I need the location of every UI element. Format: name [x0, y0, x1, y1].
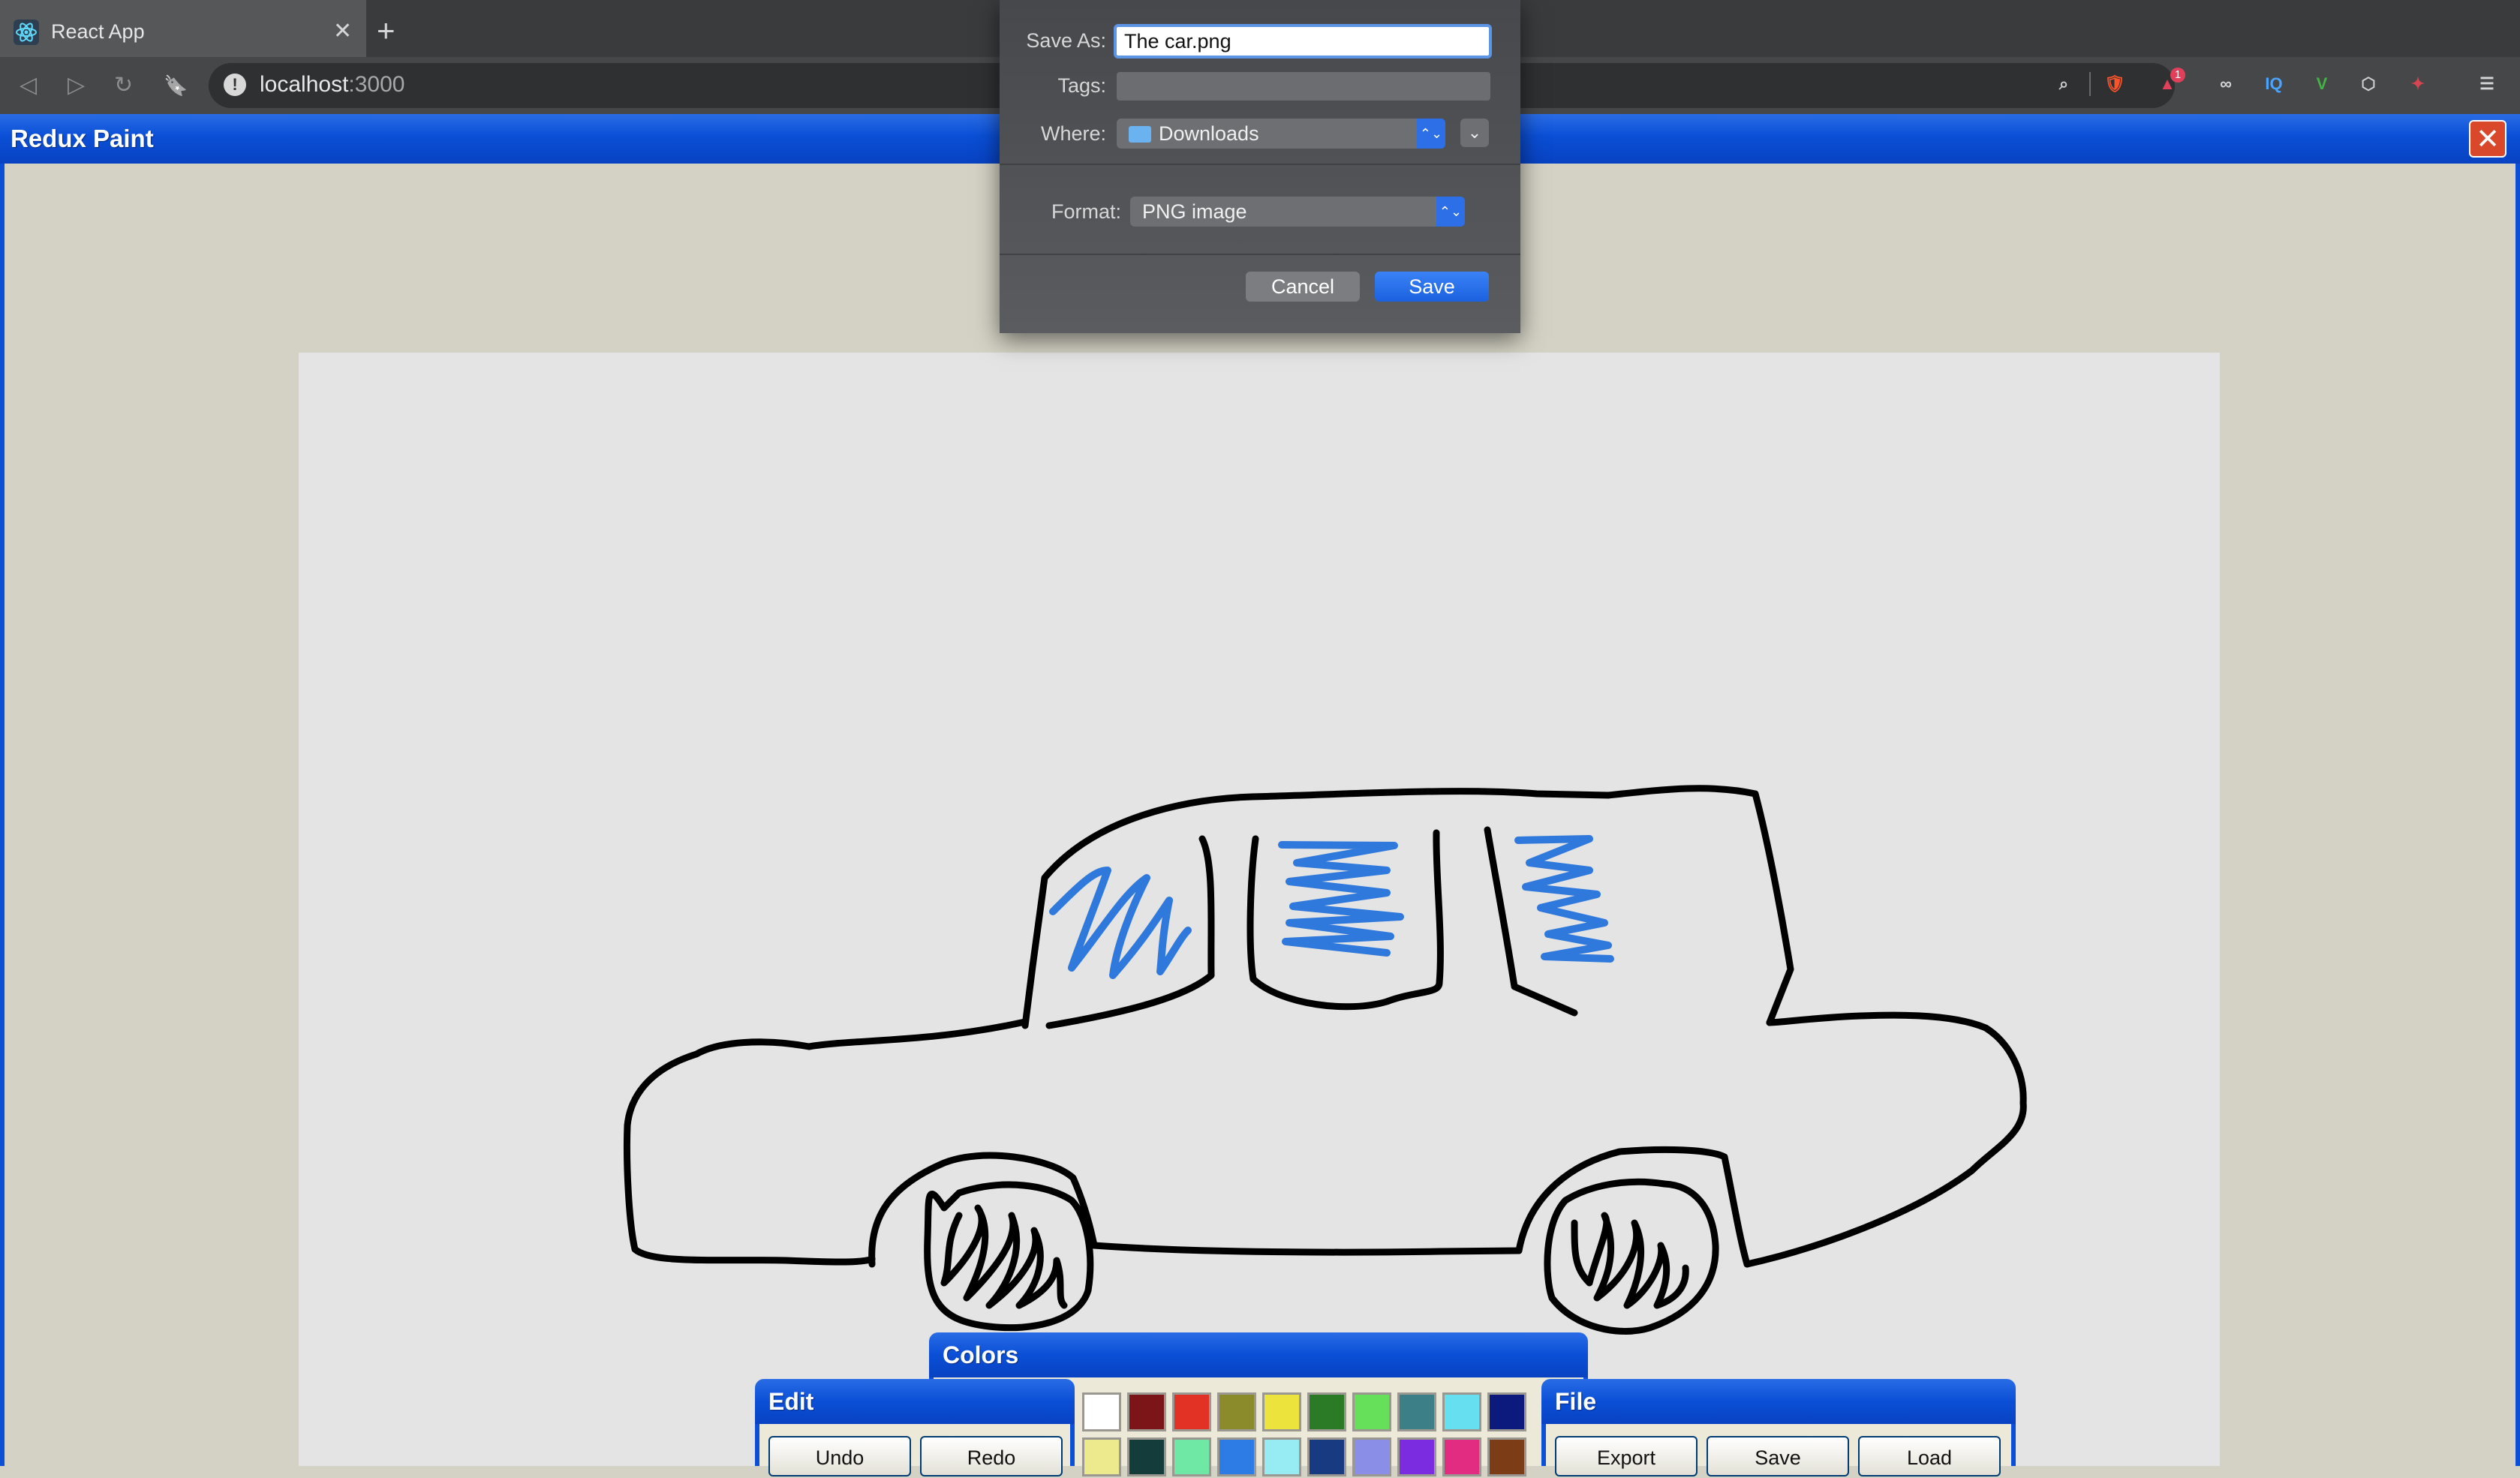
- color-swatch[interactable]: [1352, 1437, 1391, 1476]
- url-host: localhost: [260, 72, 349, 97]
- forward-button[interactable]: ▷: [68, 69, 85, 102]
- extension-glasses-icon[interactable]: ∞: [2212, 71, 2239, 98]
- bookmark-button[interactable]: 🔖: [164, 69, 188, 102]
- url-port: :3000: [348, 72, 405, 97]
- file-save-button[interactable]: Save: [1707, 1436, 1849, 1476]
- format-select[interactable]: PNG image ⌃⌄: [1130, 197, 1465, 227]
- color-swatch[interactable]: [1307, 1392, 1346, 1431]
- new-tab-button[interactable]: +: [377, 14, 395, 48]
- url-text[interactable]: localhost:3000: [260, 68, 404, 102]
- close-tab-icon[interactable]: ✕: [333, 17, 352, 47]
- window-border-left: [0, 164, 5, 1466]
- redo-button[interactable]: Redo: [920, 1436, 1063, 1476]
- format-label: Format:: [1051, 200, 1121, 223]
- color-swatch[interactable]: [1127, 1437, 1166, 1476]
- extension-v-icon[interactable]: V: [2308, 71, 2335, 98]
- tab-title: React App: [51, 20, 145, 43]
- where-select[interactable]: Downloads ⌃⌄: [1117, 119, 1445, 149]
- tags-label: Tags:: [1057, 74, 1106, 97]
- load-button[interactable]: Load: [1858, 1436, 2001, 1476]
- dialog-divider: [1000, 164, 1520, 165]
- cancel-button[interactable]: Cancel: [1246, 272, 1360, 302]
- expand-dialog-button[interactable]: ⌄: [1460, 119, 1489, 147]
- rewards-badge: 1: [2170, 68, 2185, 83]
- color-swatch[interactable]: [1442, 1392, 1481, 1431]
- menu-icon[interactable]: ☰: [2473, 71, 2500, 98]
- reload-button[interactable]: ↻: [114, 69, 133, 102]
- app-title: Redux Paint: [11, 125, 154, 152]
- extension-cube-icon[interactable]: ⬡: [2355, 71, 2382, 98]
- window-fill-strokes: [1049, 835, 1614, 979]
- react-favicon-icon: [14, 20, 39, 45]
- zoom-icon[interactable]: ⌕: [2050, 71, 2077, 98]
- color-swatch[interactable]: [1172, 1392, 1211, 1431]
- dialog-divider: [1000, 254, 1520, 255]
- color-swatch[interactable]: [1262, 1392, 1301, 1431]
- color-swatch[interactable]: [1262, 1437, 1301, 1476]
- color-swatch[interactable]: [1217, 1437, 1256, 1476]
- color-swatch[interactable]: [1082, 1392, 1121, 1431]
- color-swatch[interactable]: [1487, 1392, 1526, 1431]
- extension-gift-icon[interactable]: ✦: [2404, 71, 2431, 98]
- car-drawing: [623, 785, 2027, 1335]
- color-swatch[interactable]: [1172, 1437, 1211, 1476]
- color-swatch[interactable]: [1217, 1392, 1256, 1431]
- edit-panel: Edit: [755, 1379, 1075, 1424]
- color-swatch[interactable]: [1352, 1392, 1391, 1431]
- colors-panel: Colors: [929, 1332, 1588, 1377]
- car-outline: [623, 785, 2027, 1335]
- file-panel-title: File: [1541, 1379, 2016, 1424]
- color-swatch[interactable]: [1082, 1437, 1121, 1476]
- color-swatch[interactable]: [1397, 1437, 1436, 1476]
- format-value: PNG image: [1142, 200, 1247, 223]
- extension-iq-icon[interactable]: IQ: [2260, 71, 2287, 98]
- colors-panel-title: Colors: [929, 1332, 1588, 1377]
- save-as-input[interactable]: The car.png: [1114, 24, 1492, 59]
- window-border-right: [2515, 164, 2520, 1466]
- format-select-arrows-icon: ⌃⌄: [1436, 197, 1465, 227]
- where-value: Downloads: [1159, 122, 1259, 145]
- color-swatch[interactable]: [1442, 1437, 1481, 1476]
- color-swatch[interactable]: [1487, 1437, 1526, 1476]
- color-swatch[interactable]: [1397, 1392, 1436, 1431]
- app-close-button[interactable]: ✕: [2469, 120, 2506, 158]
- undo-button[interactable]: Undo: [768, 1436, 911, 1476]
- tags-input[interactable]: [1117, 72, 1490, 101]
- color-swatch[interactable]: [1307, 1437, 1346, 1476]
- color-swatch[interactable]: [1127, 1392, 1166, 1431]
- brave-shield-icon[interactable]: 🛡: [2101, 71, 2128, 98]
- edit-panel-title: Edit: [755, 1379, 1075, 1424]
- file-panel: File: [1541, 1379, 2016, 1424]
- save-button[interactable]: Save: [1375, 272, 1489, 302]
- back-button[interactable]: ◁: [20, 69, 37, 102]
- where-select-arrows-icon: ⌃⌄: [1417, 119, 1445, 149]
- downloads-folder-icon: [1129, 126, 1151, 143]
- export-button[interactable]: Export: [1555, 1436, 1698, 1476]
- toolbar-divider: [2089, 72, 2091, 96]
- save-as-label: Save As:: [1026, 29, 1106, 52]
- where-label: Where:: [1040, 122, 1106, 145]
- site-info-icon[interactable]: !: [224, 74, 246, 96]
